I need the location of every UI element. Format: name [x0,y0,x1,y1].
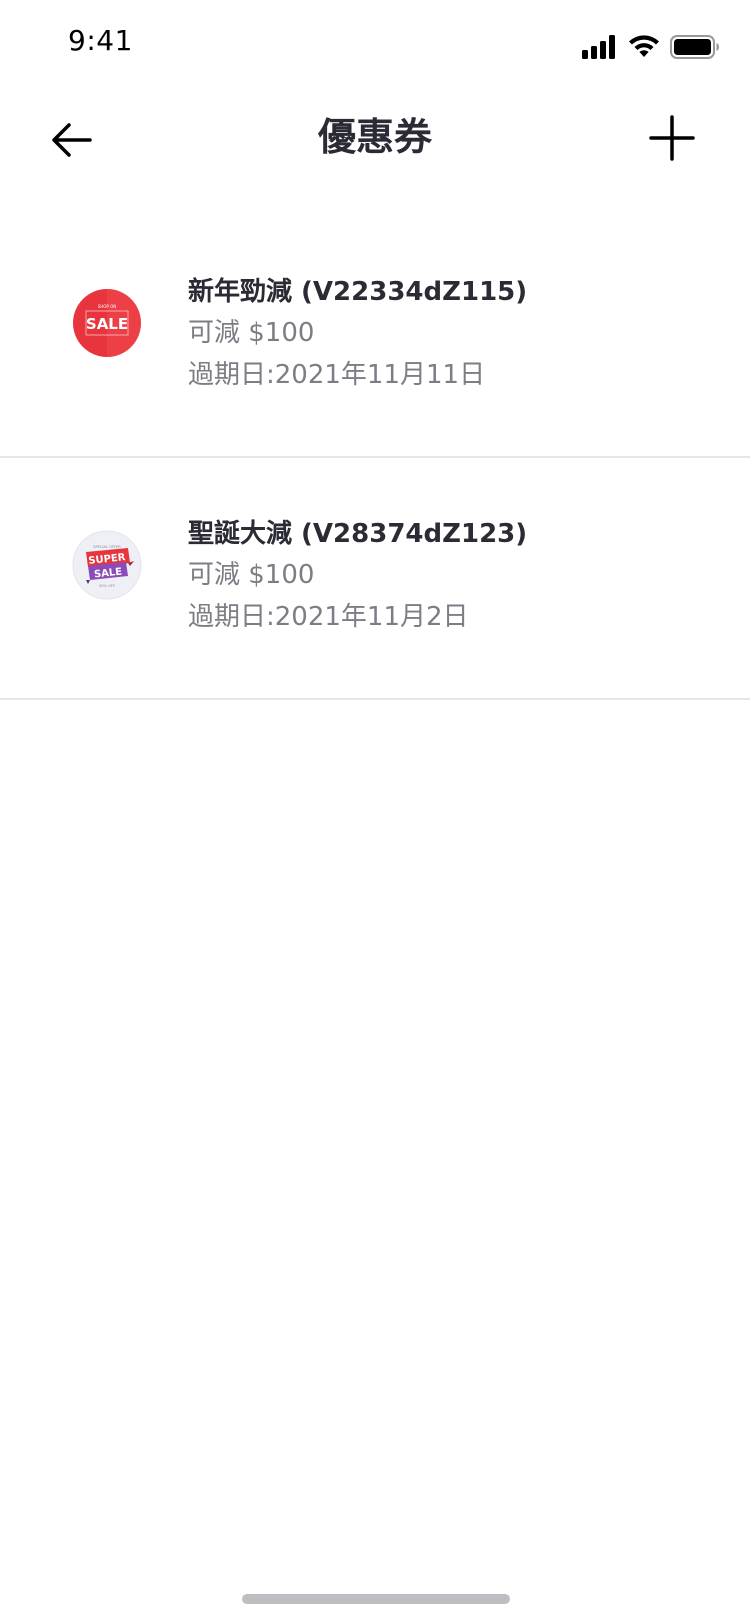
navigation-header: 優惠券 [0,88,750,184]
coupon-amount: 可減 $100 [188,560,315,590]
battery-icon [670,35,719,59]
cellular-signal-icon [582,35,615,59]
wifi-icon [629,35,659,57]
sale-badge-icon: SHOP ON SALE [73,289,141,357]
coupon-expiry: 過期日:2021年11月11日 [188,360,486,390]
sale-badge-small-text: SHOP ON [98,304,117,309]
status-bar: 9:41 [0,0,750,88]
super-sale-badge-small-top: SPECIAL OFFER [93,545,121,549]
status-icons [582,32,720,62]
home-indicator[interactable] [242,1594,510,1604]
page-title: 優惠券 [317,115,432,159]
super-sale-badge-small-bottom: 50% OFF [99,584,115,588]
coupon-expiry: 過期日:2021年11月2日 [188,602,469,632]
coupon-text: 聖誕大減 (V28374dZ123) 可減 $100 過期日:2021年11月2… [188,514,527,638]
plus-icon [649,115,695,161]
sale-badge-text: SALE [86,315,128,333]
coupon-item[interactable]: SHOP ON SALE 新年勁減 (V22334dZ115) 可減 $100 … [0,216,750,458]
add-coupon-button[interactable] [642,108,702,168]
coupon-amount: 可減 $100 [188,318,315,348]
super-sale-badge-icon: SPECIAL OFFER SUPER SALE 50% OFF [72,530,142,600]
status-time: 9:41 [68,24,133,57]
coupon-list: SHOP ON SALE 新年勁減 (V22334dZ115) 可減 $100 … [0,216,750,700]
coupon-title: 新年勁減 (V22334dZ115) [188,277,528,307]
coupon-title: 聖誕大減 (V28374dZ123) [188,519,528,549]
coupon-text: 新年勁減 (V22334dZ115) 可減 $100 過期日:2021年11月1… [188,272,527,396]
coupon-item[interactable]: SPECIAL OFFER SUPER SALE 50% OFF 聖誕大減 (V… [0,458,750,700]
